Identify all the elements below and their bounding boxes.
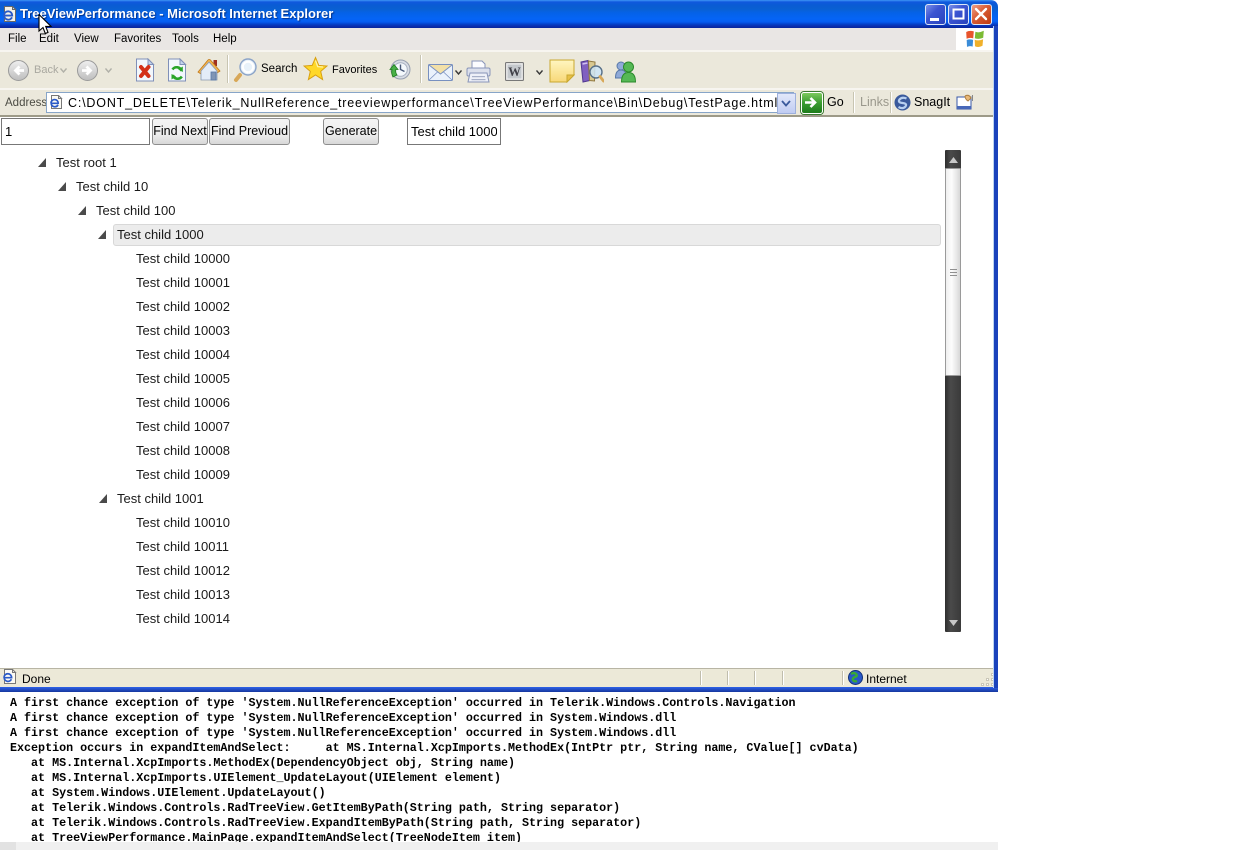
svg-text:W: W: [508, 65, 521, 79]
